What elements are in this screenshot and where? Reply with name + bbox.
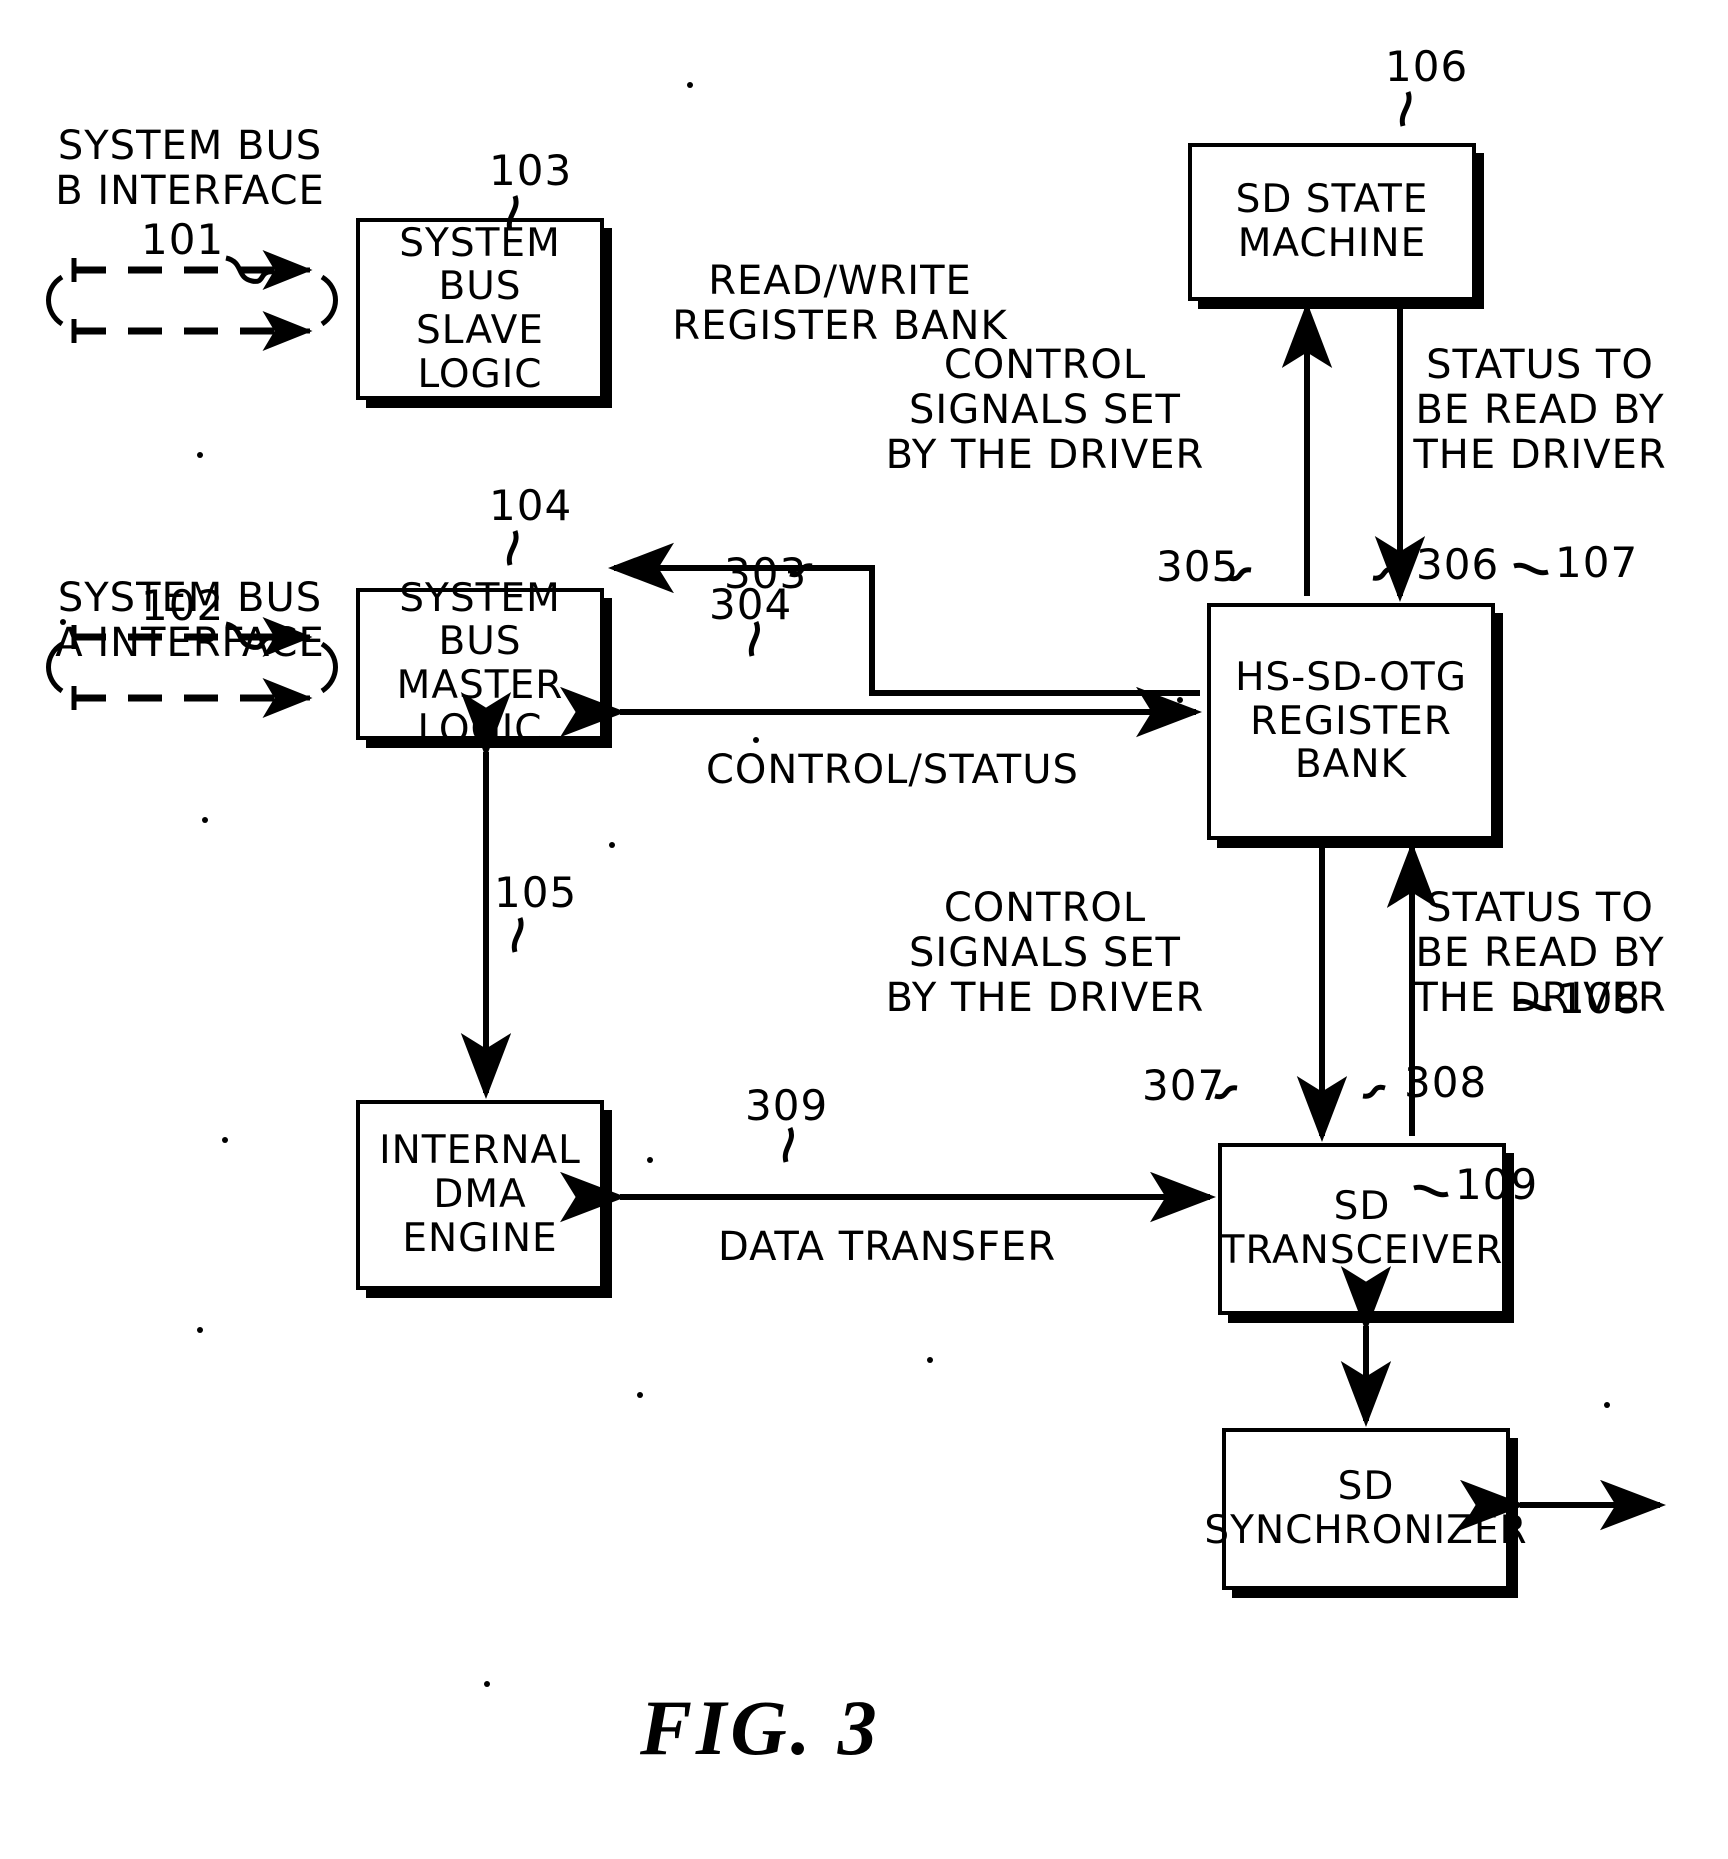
label-bus-b-interface: SYSTEM BUS B INTERFACE	[55, 123, 325, 214]
ref-307: 307	[1142, 1061, 1226, 1110]
ref-102: 102	[141, 581, 225, 630]
ref-101: 101	[141, 215, 225, 264]
box-slave-logic-label: SYSTEM BUS SLAVE LOGIC	[399, 220, 561, 397]
box-sd-synchronizer: SD SYNCHRONIZER	[1204, 1428, 1527, 1590]
label-read-write-register-bank: READ/WRITE REGISTER BANK	[672, 258, 1008, 349]
ref-306: 306	[1416, 540, 1500, 589]
label-control-signals-top: CONTROL SIGNALS SET BY THE DRIVER	[885, 342, 1205, 478]
box-master-logic: SYSTEM BUS MASTER LOGIC	[356, 576, 604, 751]
ref-309: 309	[745, 1081, 829, 1130]
box-dma-engine-label: INTERNAL DMA ENGINE	[379, 1128, 581, 1261]
ref-305: 305	[1156, 542, 1240, 591]
label-control-status: CONTROL/STATUS	[706, 747, 1079, 793]
leader-104	[506, 530, 519, 566]
figure-caption: FIG. 3	[640, 1684, 881, 1771]
ref-106: 106	[1385, 42, 1469, 91]
box-sd-state-machine: SD STATE MACHINE	[1188, 143, 1476, 301]
leader-101	[225, 255, 275, 284]
box-master-logic-label: SYSTEM BUS MASTER LOGIC	[396, 575, 564, 752]
ref-105: 105	[494, 868, 578, 917]
ref-304: 304	[709, 580, 793, 629]
ref-103: 103	[489, 146, 573, 195]
label-data-transfer: DATA TRANSFER	[718, 1224, 1057, 1270]
leader-105	[511, 917, 524, 953]
bus-b-interface-lines	[46, 250, 338, 351]
ref-107: 107	[1555, 538, 1639, 587]
box-dma-engine: INTERNAL DMA ENGINE	[356, 1100, 604, 1290]
leader-107	[1513, 562, 1549, 576]
box-sd-state-machine-label: SD STATE MACHINE	[1235, 177, 1429, 266]
ref-308: 308	[1404, 1058, 1488, 1107]
connector-303	[608, 542, 1200, 696]
box-register-bank: HS-SD-OTG REGISTER BANK	[1207, 603, 1495, 840]
label-status-read-top: STATUS TO BE READ BY THE DRIVER	[1413, 342, 1667, 478]
ref-104: 104	[489, 481, 573, 530]
leader-308	[1362, 1084, 1386, 1099]
leader-306	[1372, 566, 1396, 581]
box-register-bank-label: HS-SD-OTG REGISTER BANK	[1235, 654, 1467, 788]
figure-canvas: SYSTEM BUS SLAVE LOGIC SYSTEM BUS MASTER…	[0, 0, 1728, 1859]
leader-106	[1399, 91, 1412, 127]
label-status-read-bottom: STATUS TO BE READ BY THE DRIVER	[1413, 885, 1667, 1021]
box-sd-synchronizer-label: SD SYNCHRONIZER	[1204, 1464, 1528, 1553]
ref-109: 109	[1455, 1160, 1539, 1209]
box-slave-logic: SYSTEM BUS SLAVE LOGIC	[356, 218, 604, 400]
label-control-signals-bottom: CONTROL SIGNALS SET BY THE DRIVER	[885, 885, 1205, 1021]
leader-309	[782, 1127, 794, 1163]
